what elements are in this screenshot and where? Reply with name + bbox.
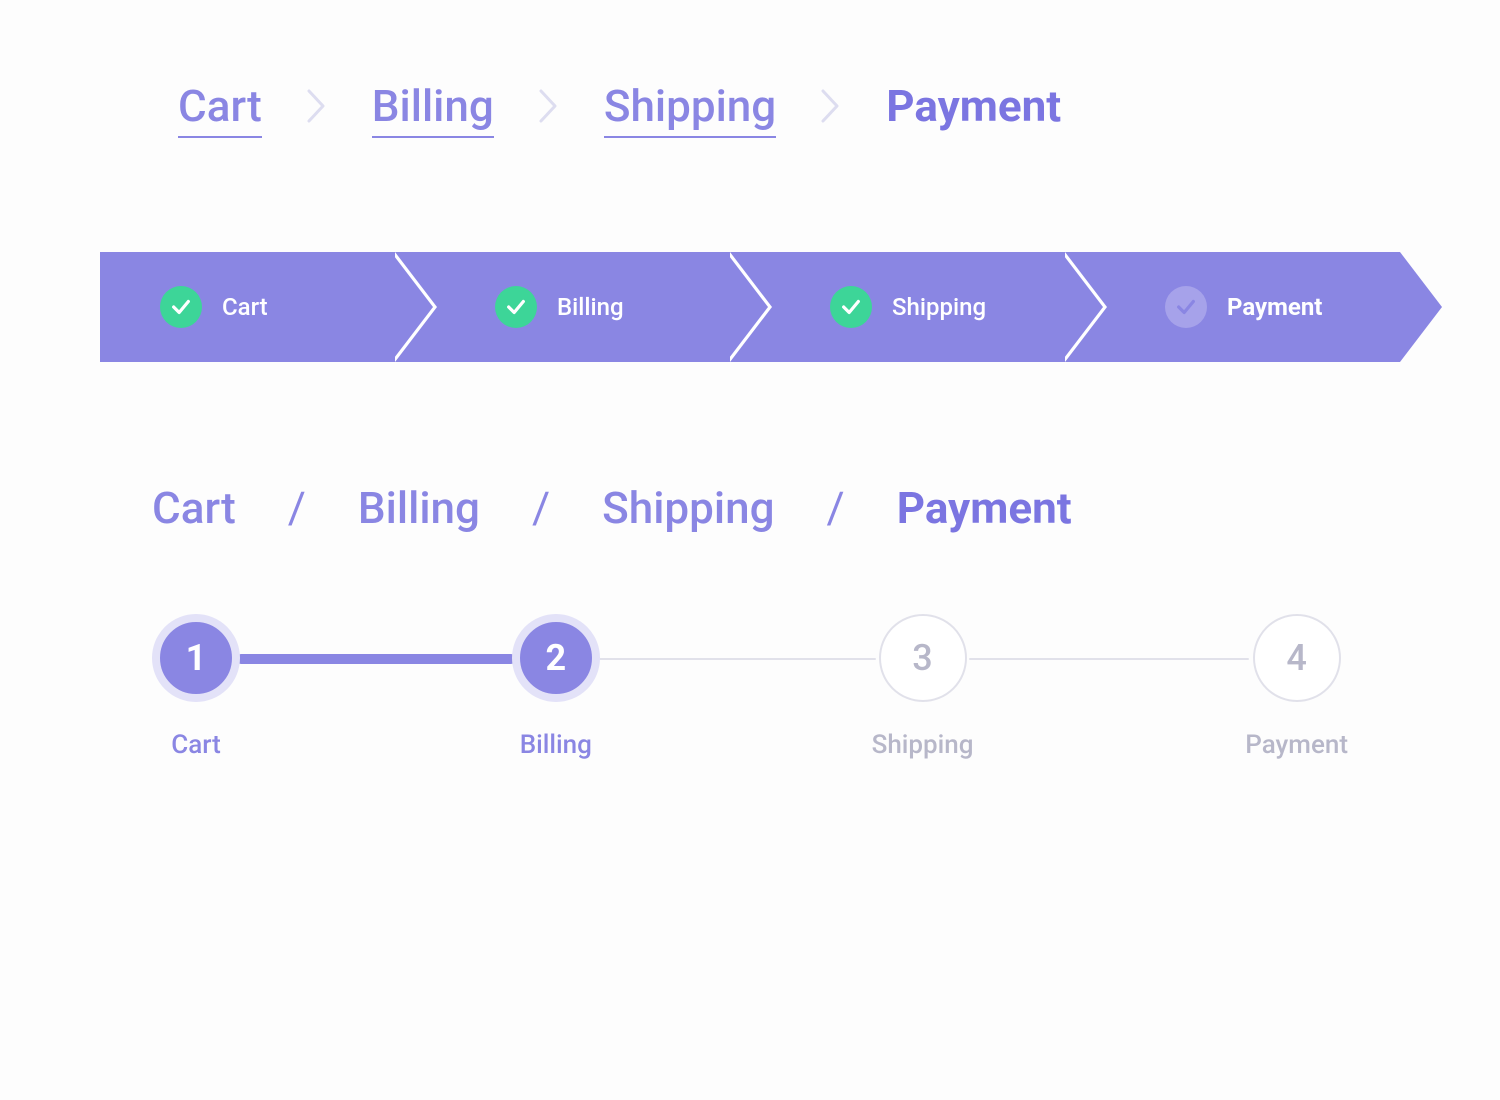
arrow-step-billing[interactable]: Billing <box>395 252 730 362</box>
breadcrumb-step-payment[interactable]: Payment <box>886 80 1061 132</box>
breadcrumb-step-cart[interactable]: Cart <box>178 80 262 132</box>
arrow-step-cart[interactable]: Cart <box>100 252 395 362</box>
check-icon <box>495 286 537 328</box>
breadcrumb-step-cart[interactable]: Cart <box>152 482 236 534</box>
slash-separator: / <box>532 482 550 534</box>
breadcrumb-step-shipping[interactable]: Shipping <box>602 482 774 534</box>
stepper-connector <box>596 658 876 660</box>
step-number-badge: 1 <box>152 614 240 702</box>
step-number-badge: 4 <box>1253 614 1341 702</box>
arrow-step-label: Shipping <box>892 293 986 321</box>
check-icon <box>830 286 872 328</box>
stepper-node-payment[interactable]: 4 Payment <box>1245 614 1348 760</box>
breadcrumb-arrow-bar: Cart Billing Shipping Payment <box>100 252 1400 362</box>
step-label: Shipping <box>872 730 974 760</box>
stepper-node-billing[interactable]: 2 Billing <box>512 614 600 760</box>
slash-separator: / <box>288 482 306 534</box>
stepper-node-shipping[interactable]: 3 Shipping <box>872 614 974 760</box>
step-label: Payment <box>1245 730 1348 760</box>
chevron-right-icon <box>820 88 842 124</box>
check-icon <box>160 286 202 328</box>
stepper-numbered: 1 Cart 2 Billing 3 Shipping 4 Payment <box>100 614 1400 760</box>
arrow-step-label: Cart <box>222 293 268 321</box>
breadcrumb-step-payment[interactable]: Payment <box>897 482 1072 534</box>
stepper-node-cart[interactable]: 1 Cart <box>152 614 240 760</box>
stepper-connector <box>236 654 516 664</box>
chevron-right-icon <box>306 88 328 124</box>
step-number-badge: 3 <box>879 614 967 702</box>
step-number-badge: 2 <box>512 614 600 702</box>
chevron-right-icon <box>538 88 560 124</box>
arrow-step-label: Billing <box>557 293 624 321</box>
breadcrumb-step-billing[interactable]: Billing <box>372 80 494 132</box>
breadcrumb-step-shipping[interactable]: Shipping <box>604 80 776 132</box>
check-icon <box>1165 286 1207 328</box>
breadcrumb-slash: Cart / Billing / Shipping / Payment <box>100 482 1400 534</box>
breadcrumb-chevron: Cart Billing Shipping Payment <box>100 80 1400 132</box>
step-label: Billing <box>520 730 592 760</box>
breadcrumb-step-billing[interactable]: Billing <box>358 482 480 534</box>
arrow-step-payment[interactable]: Payment <box>1065 252 1400 362</box>
step-label: Cart <box>171 730 220 760</box>
arrow-step-label: Payment <box>1227 293 1322 321</box>
arrow-end-icon <box>1400 252 1442 362</box>
arrow-step-shipping[interactable]: Shipping <box>730 252 1065 362</box>
stepper-connector <box>969 658 1249 660</box>
slash-separator: / <box>827 482 845 534</box>
